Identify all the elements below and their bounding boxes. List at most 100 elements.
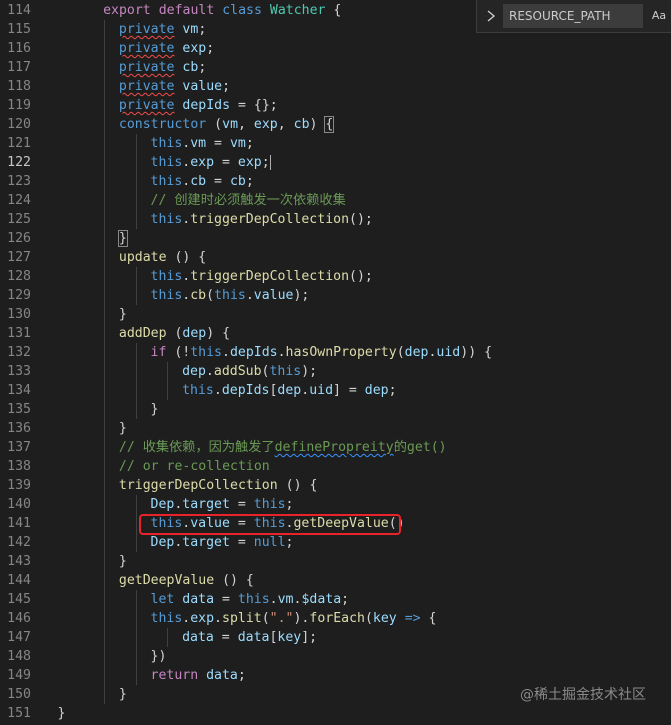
- indent-guide: [135, 153, 137, 172]
- code-line[interactable]: 136}: [0, 419, 671, 438]
- code-line[interactable]: 122 this.exp = exp;: [0, 153, 671, 172]
- code-token: if: [150, 345, 167, 360]
- code-line[interactable]: 135}: [0, 400, 671, 419]
- line-number: 132: [7, 345, 31, 360]
- code-text: Dep.target = this;: [151, 495, 294, 514]
- code-line[interactable]: 132 if (!this.depIds.hasOwnProperty(dep.u…: [0, 343, 671, 362]
- code-token: }: [118, 554, 127, 569]
- line-number: 144: [7, 573, 31, 588]
- code-line[interactable]: 145 let data = this.vm.$data;: [0, 590, 671, 609]
- code-token: this: [150, 288, 183, 303]
- code-token: =: [206, 174, 230, 189]
- code-line[interactable]: 121 this.vm = vm;: [0, 134, 671, 153]
- code-token: this: [150, 174, 183, 189]
- code-token: }: [57, 706, 66, 721]
- code-text: // 收集依赖，因为触发了definePropreity的get(): [119, 438, 447, 457]
- code-editor[interactable]: 114 export default class Watcher {115 priv…: [0, 0, 671, 725]
- find-input[interactable]: RESOURCE_PATH: [503, 4, 643, 28]
- code-token: ;: [222, 79, 231, 94]
- code-line[interactable]: 142 Dep.target = null;: [0, 533, 671, 552]
- code-token: ;: [198, 22, 207, 37]
- code-line[interactable]: 117 private cb;: [0, 58, 671, 77]
- line-number: 121: [7, 136, 31, 151]
- code-token: ,: [277, 117, 294, 132]
- line-number: 130: [7, 307, 31, 322]
- line-number: 139: [7, 478, 31, 493]
- code-line[interactable]: 131 addDep (dep) {: [0, 324, 671, 343]
- code-line[interactable]: 125 this.triggerDepCollection();: [0, 210, 671, 229]
- indent-guide: [104, 191, 106, 210]
- code-token: this: [182, 383, 214, 398]
- indent-guide: [104, 172, 106, 191]
- code-line[interactable]: 127 update () {: [0, 248, 671, 267]
- code-token: }: [118, 687, 127, 702]
- indent-guide: [104, 647, 106, 666]
- chevron-right-icon[interactable]: [485, 9, 497, 23]
- code-line[interactable]: 134 this.depIds[dep.uid] = dep;: [0, 381, 671, 400]
- indent-guide: [104, 286, 106, 305]
- code-line[interactable]: 130}: [0, 305, 671, 324]
- line-number: 140: [7, 497, 31, 512]
- code-text: update () {: [119, 248, 206, 267]
- indent-guide: [135, 647, 137, 666]
- code-line[interactable]: 147 data = data[key];: [0, 628, 671, 647]
- code-line[interactable]: 137 // 收集依赖，因为触发了definePropreity的get(): [0, 438, 671, 457]
- code-token: cb: [229, 174, 246, 189]
- code-line[interactable]: 143}: [0, 552, 671, 571]
- code-token: dep: [182, 364, 206, 379]
- indent-guide: [104, 495, 106, 514]
- code-line[interactable]: 120 constructor (vm, exp, cb) {: [0, 115, 671, 134]
- indent-guide: [104, 609, 106, 628]
- code-text: private vm;: [119, 20, 206, 39]
- code-token: ();: [349, 212, 373, 227]
- code-line[interactable]: 129 this.cb(this.value);: [0, 286, 671, 305]
- code-token: ) {: [206, 326, 231, 341]
- code-text: let data = this.vm.$data;: [151, 590, 350, 609]
- code-token: this: [214, 288, 246, 303]
- indent-guide: [135, 533, 137, 552]
- code-token: depIds: [221, 383, 270, 398]
- code-line[interactable]: 139 triggerDepCollection () {: [0, 476, 671, 495]
- find-widget: RESOURCE_PATH Aa: [476, 0, 671, 33]
- code-token: uid: [309, 383, 334, 398]
- code-token: exp: [190, 155, 215, 170]
- code-line[interactable]: 144 getDeepValue () {: [0, 571, 671, 590]
- code-line[interactable]: 149 return data;: [0, 666, 671, 685]
- code-token: .: [214, 611, 222, 626]
- code-line[interactable]: 119 private depIds = {};: [0, 96, 671, 115]
- code-line[interactable]: 116 private exp;: [0, 39, 671, 58]
- line-number: 133: [7, 364, 31, 379]
- indent-guide: [104, 248, 106, 267]
- code-line[interactable]: 140 Dep.target = this;: [0, 495, 671, 514]
- line-number: 117: [7, 60, 31, 75]
- code-token: hasOwnProperty: [285, 345, 397, 360]
- code-token: exp: [182, 41, 207, 56]
- line-number: 124: [7, 193, 31, 208]
- code-token: ;: [245, 174, 254, 189]
- code-token: =: [213, 630, 238, 645]
- code-line[interactable]: 138 // or re-collection: [0, 457, 671, 476]
- code-line[interactable]: 151}: [0, 704, 671, 723]
- match-case-toggle[interactable]: Aa: [649, 4, 669, 28]
- indent-guide: [104, 666, 106, 685]
- code-text: Dep.target = null;: [151, 533, 294, 552]
- code-token: this: [269, 364, 302, 379]
- code-line[interactable]: 124 // 创建时必须触发一次依赖收集: [0, 191, 671, 210]
- code-line[interactable]: 123 this.cb = cb;: [0, 172, 671, 191]
- code-token: cb: [190, 174, 207, 189]
- code-text: dep.addSub(this);: [182, 362, 317, 381]
- code-text: constructor (vm, exp, cb) {: [119, 115, 335, 134]
- code-line[interactable]: 128 this.triggerDepCollection();: [0, 267, 671, 286]
- indent-guide: [135, 381, 137, 400]
- code-line[interactable]: 148}): [0, 647, 671, 666]
- code-line[interactable]: 133 dep.addSub(this);: [0, 362, 671, 381]
- code-line[interactable]: 118 private value;: [0, 77, 671, 96]
- code-token: depIds: [229, 345, 278, 360]
- indent-guide: [104, 267, 106, 286]
- indent-guide: [104, 20, 106, 39]
- code-line[interactable]: 146 this.exp.split(".").forEach(key => {: [0, 609, 671, 628]
- indent-guide: [135, 495, 137, 514]
- code-line[interactable]: 126}: [0, 229, 671, 248]
